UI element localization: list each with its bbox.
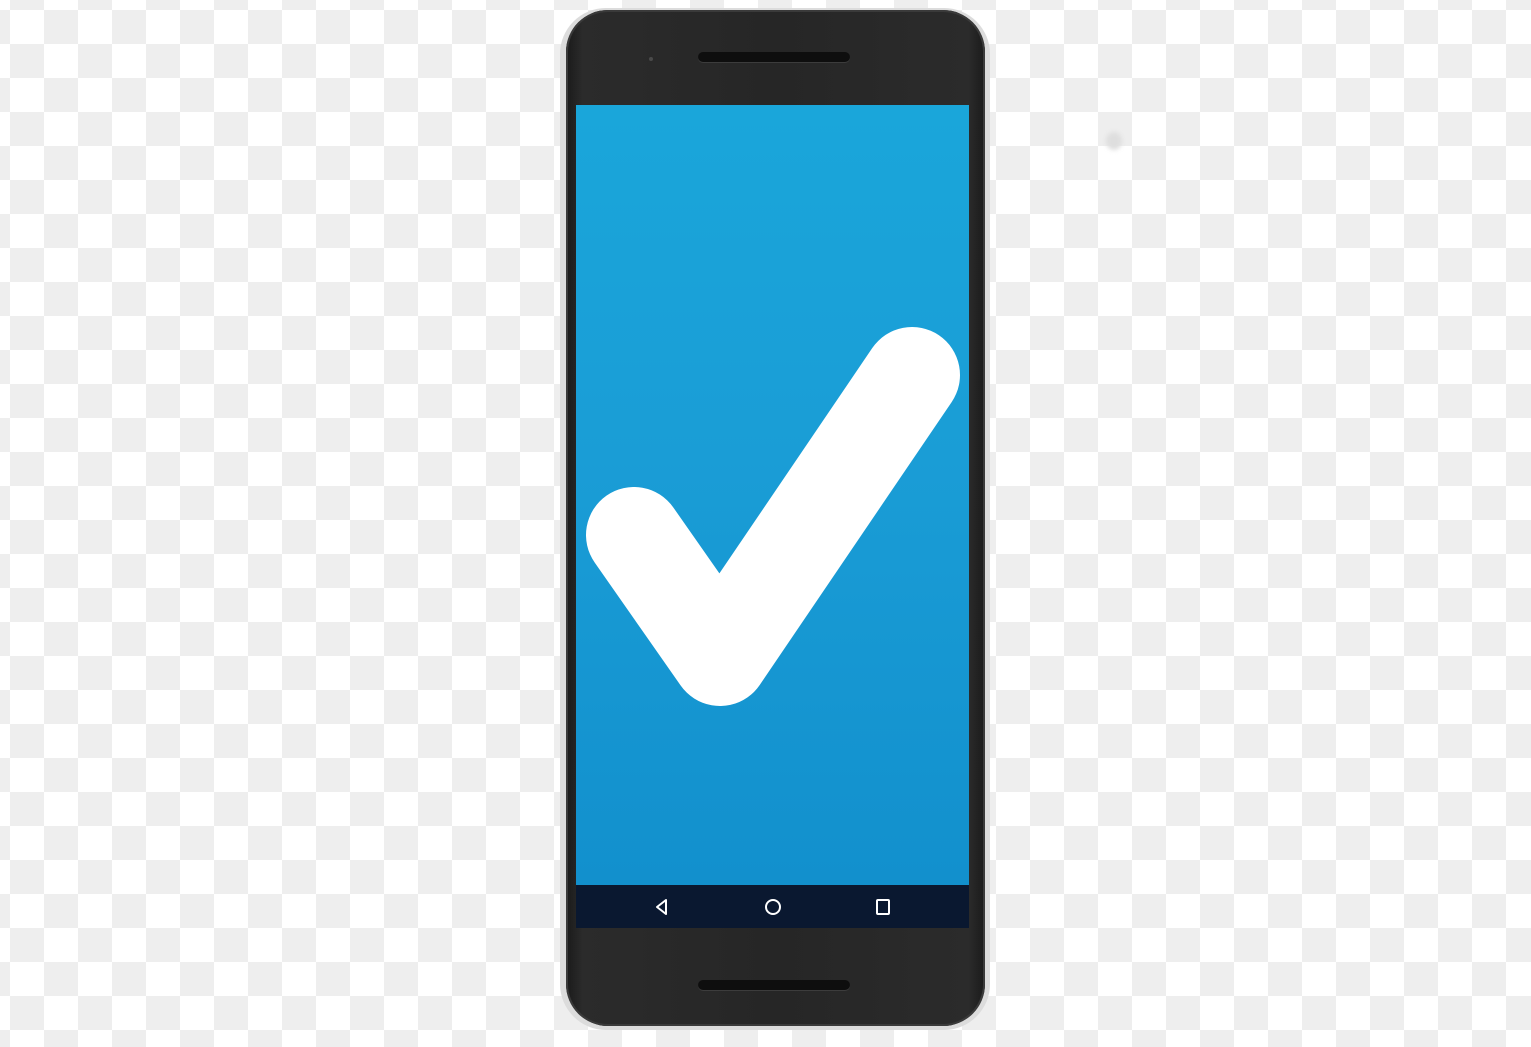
background-smudge [1106, 132, 1122, 150]
back-triangle-icon[interactable] [650, 895, 674, 919]
phone-screen [576, 105, 969, 885]
home-circle-icon[interactable] [761, 895, 785, 919]
checkmark-icon [586, 327, 960, 706]
front-camera [649, 57, 653, 61]
bottom-speaker-grille [698, 980, 850, 990]
smartphone [566, 10, 985, 1026]
top-speaker-grille [698, 52, 850, 62]
android-navigation-bar [576, 885, 969, 928]
recent-apps-square-icon[interactable] [871, 895, 895, 919]
